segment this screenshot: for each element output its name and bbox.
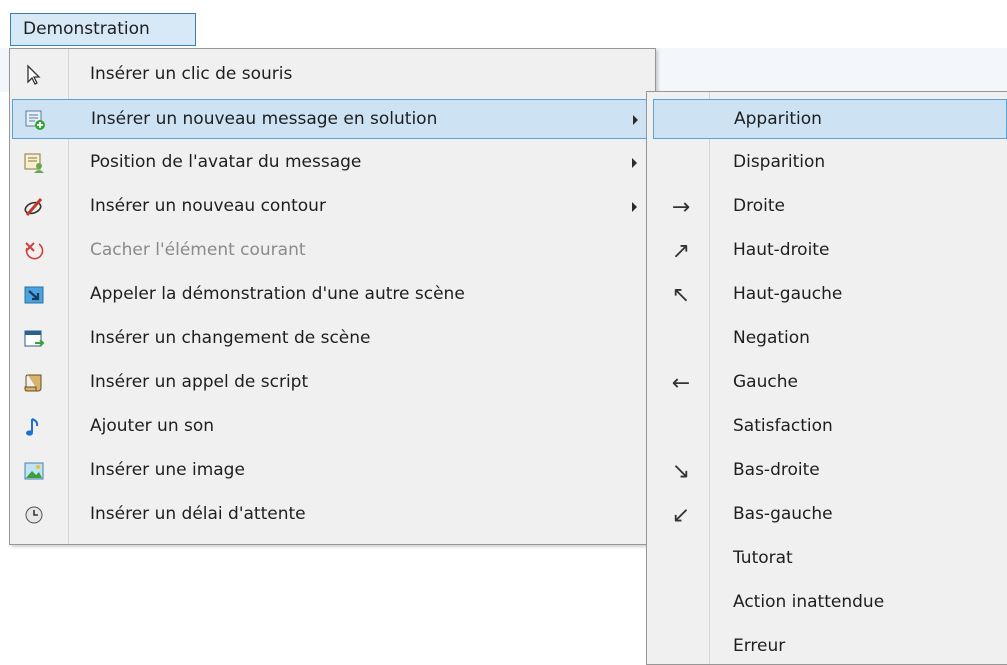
menu-item-insert-image[interactable]: Insérer une image bbox=[12, 451, 653, 491]
submenu-item-droite[interactable]: → Droite bbox=[653, 187, 1007, 227]
empty-icon bbox=[667, 413, 695, 441]
submenu-item-apparition[interactable]: Apparition bbox=[653, 99, 1007, 139]
submenu-item-label: Haut-droite bbox=[733, 240, 830, 260]
submenu-item-label: Gauche bbox=[733, 372, 798, 392]
submenu-item-haut-droite[interactable]: ↗ Haut-droite bbox=[653, 231, 1007, 271]
empty-icon bbox=[667, 589, 695, 617]
submenu-item-label: Negation bbox=[733, 328, 810, 348]
submenu-item-bas-droite[interactable]: ↘ Bas-droite bbox=[653, 451, 1007, 491]
empty-icon bbox=[667, 545, 695, 573]
demonstration-menu: Insérer un clic de souris Insérer un nou… bbox=[9, 48, 656, 545]
empty-icon bbox=[667, 633, 695, 661]
submenu-item-label: Action inattendue bbox=[733, 592, 885, 612]
message-submenu: Apparition Disparition → Droite ↗ Haut-d… bbox=[646, 91, 1007, 665]
menu-item-label: Insérer un délai d'attente bbox=[90, 504, 306, 524]
submenu-item-satisfaction[interactable]: Satisfaction bbox=[653, 407, 1007, 447]
arrow-down-right-icon: ↘ bbox=[671, 458, 691, 484]
menu-item-insert-delay[interactable]: Insérer un délai d'attente bbox=[12, 495, 653, 535]
arrow-down-left-icon: ↙ bbox=[671, 502, 691, 528]
scene-change-icon bbox=[20, 325, 48, 353]
arrow-up-right-icon: ↗ bbox=[671, 238, 691, 264]
empty-icon bbox=[668, 106, 696, 134]
empty-icon bbox=[667, 325, 695, 353]
menu-demonstration[interactable]: Demonstration bbox=[10, 13, 196, 46]
menu-item-label: Insérer un clic de souris bbox=[90, 64, 293, 84]
call-scene-icon bbox=[20, 281, 48, 309]
menu-item-call-scene-demo[interactable]: Appeler la démonstration d'une autre scè… bbox=[12, 275, 653, 315]
menu-item-add-sound[interactable]: Ajouter un son bbox=[12, 407, 653, 447]
arrow-right-icon: → bbox=[671, 194, 691, 220]
menu-item-insert-contour[interactable]: Insérer un nouveau contour bbox=[12, 187, 653, 227]
submenu-item-haut-gauche[interactable]: ↖ Haut-gauche bbox=[653, 275, 1007, 315]
menu-item-label: Position de l'avatar du message bbox=[90, 152, 362, 172]
arrow-up-left-icon: ↖ bbox=[671, 282, 691, 308]
mouse-cursor-icon bbox=[20, 61, 48, 89]
menu-item-label: Insérer une image bbox=[90, 460, 245, 480]
submenu-item-label: Bas-droite bbox=[733, 460, 820, 480]
menu-item-label: Insérer un nouveau message en solution bbox=[91, 109, 438, 129]
submenu-item-disparition[interactable]: Disparition bbox=[653, 143, 1007, 183]
empty-icon bbox=[667, 149, 695, 177]
submenu-item-negation[interactable]: Negation bbox=[653, 319, 1007, 359]
menu-item-insert-click[interactable]: Insérer un clic de souris bbox=[12, 55, 653, 95]
avatar-position-icon bbox=[20, 149, 48, 177]
menu-item-label: Ajouter un son bbox=[90, 416, 215, 436]
menu-item-label: Appeler la démonstration d'une autre scè… bbox=[90, 284, 465, 304]
submenu-item-label: Tutorat bbox=[733, 548, 793, 568]
music-note-icon bbox=[20, 413, 48, 441]
menu-item-hide-element[interactable]: Cacher l'élément courant bbox=[12, 231, 653, 271]
submenu-item-label: Haut-gauche bbox=[733, 284, 843, 304]
submenu-arrow-icon bbox=[632, 158, 637, 168]
submenu-item-label: Satisfaction bbox=[733, 416, 833, 436]
submenu-item-label: Erreur bbox=[733, 636, 786, 656]
menu-item-scene-change[interactable]: Insérer un changement de scène bbox=[12, 319, 653, 359]
arrow-left-icon: ← bbox=[671, 370, 691, 396]
menu-item-label: Insérer un changement de scène bbox=[90, 328, 371, 348]
submenu-item-bas-gauche[interactable]: ↙ Bas-gauche bbox=[653, 495, 1007, 535]
menu-item-avatar-position[interactable]: Position de l'avatar du message bbox=[12, 143, 653, 183]
image-icon bbox=[20, 457, 48, 485]
script-icon bbox=[20, 369, 48, 397]
submenu-item-erreur[interactable]: Erreur bbox=[653, 627, 1007, 665]
menu-item-script-call[interactable]: Insérer un appel de script bbox=[12, 363, 653, 403]
submenu-item-gauche[interactable]: ← Gauche bbox=[653, 363, 1007, 403]
contour-icon bbox=[20, 193, 48, 221]
menu-item-label: Insérer un appel de script bbox=[90, 372, 309, 392]
menu-item-label: Insérer un nouveau contour bbox=[90, 196, 326, 216]
submenu-arrow-icon bbox=[632, 202, 637, 212]
hide-element-icon bbox=[20, 237, 48, 265]
menu-item-label: Cacher l'élément courant bbox=[90, 240, 306, 260]
submenu-item-label: Droite bbox=[733, 196, 785, 216]
submenu-item-tutorat[interactable]: Tutorat bbox=[653, 539, 1007, 579]
submenu-item-action-inattendue[interactable]: Action inattendue bbox=[653, 583, 1007, 623]
submenu-item-label: Bas-gauche bbox=[733, 504, 833, 524]
submenu-item-label: Apparition bbox=[734, 109, 822, 129]
new-message-icon bbox=[21, 106, 49, 134]
clock-icon bbox=[20, 501, 48, 529]
submenu-arrow-icon bbox=[633, 115, 638, 125]
submenu-item-label: Disparition bbox=[733, 152, 826, 172]
menu-item-insert-new-message[interactable]: Insérer un nouveau message en solution bbox=[12, 99, 653, 139]
